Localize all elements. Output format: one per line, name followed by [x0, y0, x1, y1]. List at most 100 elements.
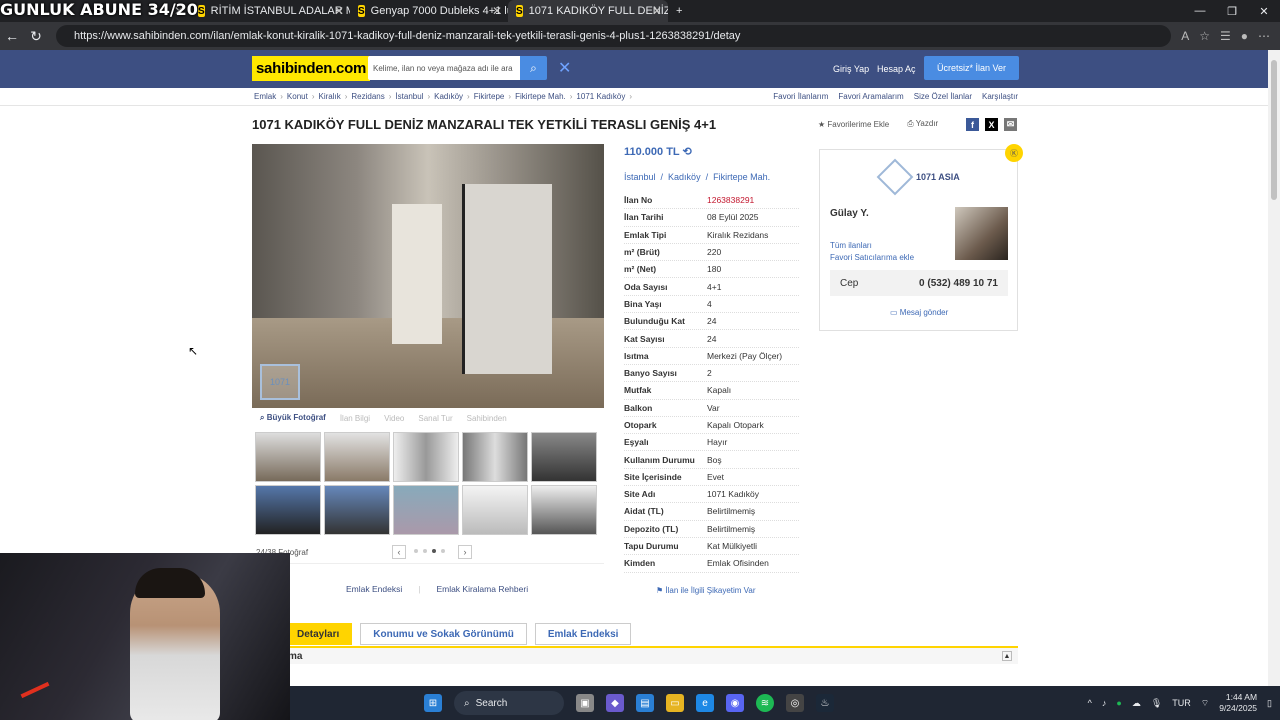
chevron-right-icon[interactable]: ›: [458, 545, 472, 559]
post-ad-button[interactable]: Ücretsiz* İlan Ver: [924, 56, 1019, 80]
search-input[interactable]: Kelime, ilan no veya mağaza adı ile ara: [368, 56, 520, 80]
back-icon[interactable]: ←: [0, 28, 24, 44]
tab-index[interactable]: Emlak Endeksi: [534, 623, 632, 645]
photo-thumbnail[interactable]: [531, 432, 597, 482]
rental-guide-link[interactable]: Emlak Kiralama Rehberi: [436, 584, 528, 594]
store-icon[interactable]: ▤: [636, 694, 654, 712]
photo-thumbnail[interactable]: [255, 432, 321, 482]
tab-details[interactable]: Detayları: [284, 623, 353, 645]
breadcrumb-item[interactable]: İstanbul: [395, 92, 423, 101]
favorite-listings-link[interactable]: Favori İlanlarım: [773, 92, 828, 101]
close-icon[interactable]: ✕: [652, 4, 662, 18]
real-estate-index-link[interactable]: Emlak Endeksi: [346, 584, 402, 594]
url-field[interactable]: https://www.sahibinden.com/ilan/emlak-ko…: [56, 25, 1172, 47]
breadcrumb-item[interactable]: Rezidans: [351, 92, 384, 101]
facebook-icon[interactable]: f: [966, 118, 979, 131]
task-view-icon[interactable]: ▣: [576, 694, 594, 712]
email-icon[interactable]: ✉: [1004, 118, 1017, 131]
more-icon[interactable]: ⋯: [1258, 29, 1270, 43]
chevron-up-icon[interactable]: ^: [1088, 698, 1092, 708]
tab-location[interactable]: Konumu ve Sokak Görünümü: [360, 623, 527, 645]
close-icon[interactable]: ✕: [334, 4, 344, 18]
compare-link[interactable]: Karşılaştır: [982, 92, 1018, 101]
history-icon[interactable]: ⟲: [683, 146, 692, 158]
close-icon[interactable]: ✕: [558, 58, 571, 78]
maximize-icon[interactable]: ❐: [1216, 0, 1248, 22]
minimize-icon[interactable]: —: [1184, 0, 1216, 22]
owner-button[interactable]: Sahibinden: [467, 414, 507, 423]
windows-start-icon[interactable]: ⊞: [424, 694, 442, 712]
signup-link[interactable]: Hesap Aç: [877, 64, 916, 74]
browser-tab[interactable]: S RİTİM İSTANBUL ADALAR MANZA✕: [190, 0, 350, 22]
breadcrumb-item[interactable]: 1071 Kadıköy: [576, 92, 625, 101]
location-link[interactable]: Fikirtepe Mah.: [713, 172, 770, 182]
spotify-icon[interactable]: ≋: [756, 694, 774, 712]
print-button[interactable]: ⎙ Yazdır: [907, 119, 938, 129]
breadcrumb-item[interactable]: Kiralık: [318, 92, 340, 101]
search-button[interactable]: ⌕: [520, 56, 547, 80]
breadcrumb-item[interactable]: Emlak: [254, 92, 276, 101]
photo-thumbnail[interactable]: [324, 432, 390, 482]
browser-tab[interactable]: S Genyap 7000 Dubleks 4+1 lüks d✕: [350, 0, 508, 22]
all-ads-link[interactable]: Tüm ilanları: [830, 240, 914, 252]
photo-thumbnail[interactable]: [462, 485, 528, 535]
reload-icon[interactable]: ↻: [24, 28, 48, 45]
close-window-icon[interactable]: ✕: [1248, 0, 1280, 22]
profile-icon[interactable]: ●: [1241, 29, 1248, 43]
clock[interactable]: 1:44 AM 9/24/2025: [1219, 692, 1257, 714]
photo-thumbnail[interactable]: [531, 485, 597, 535]
new-tab-button[interactable]: +: [668, 0, 698, 22]
seller-brand[interactable]: 1071 ASIA: [876, 158, 960, 196]
wifi-icon[interactable]: ⌔: [1201, 698, 1209, 709]
location-breadcrumb: İstanbul / Kadıköy / Fikirtepe Mah.: [624, 172, 771, 182]
report-link[interactable]: ⚑ İlan ile İlgili Şikayetim Var: [656, 586, 756, 595]
add-favorite-seller-link[interactable]: Favori Satıcılarıma ekle: [830, 252, 914, 264]
video-button[interactable]: Video: [384, 414, 404, 423]
network-icon[interactable]: ☁: [1132, 698, 1141, 709]
discord-icon[interactable]: ◉: [726, 694, 744, 712]
steam-icon[interactable]: ♨: [816, 694, 834, 712]
photo-thumbnail[interactable]: [393, 485, 459, 535]
read-aloud-icon[interactable]: A: [1181, 29, 1189, 43]
collapse-icon[interactable]: ▲: [1002, 651, 1012, 661]
login-link[interactable]: Giriş Yap: [833, 64, 869, 74]
breadcrumb-item[interactable]: Kadıköy: [434, 92, 463, 101]
virtual-tour-button[interactable]: Sanal Tur: [418, 414, 452, 423]
send-message-button[interactable]: ▭ Mesaj gönder: [890, 308, 948, 317]
location-link[interactable]: Kadıköy: [668, 172, 701, 182]
taskbar-search[interactable]: ⌕ Search: [454, 691, 564, 715]
breadcrumb-item[interactable]: Fikirtepe: [474, 92, 505, 101]
photo-thumbnail[interactable]: [324, 485, 390, 535]
breadcrumb-item[interactable]: Fikirtepe Mah.: [515, 92, 566, 101]
listing-info-button[interactable]: İlan Bilgi: [340, 414, 370, 423]
add-favorite-button[interactable]: ★ Favorilerime Ekle: [818, 120, 889, 129]
chevron-left-icon[interactable]: ‹: [392, 545, 406, 559]
location-link[interactable]: İstanbul: [624, 172, 656, 182]
special-listings-link[interactable]: Size Özel İlanlar: [914, 92, 972, 101]
section-header: ma ▲: [284, 646, 1018, 664]
obs-icon[interactable]: ◎: [786, 694, 804, 712]
status-dot-icon[interactable]: ●: [1116, 698, 1121, 708]
language-indicator[interactable]: TUR: [1172, 698, 1191, 708]
collections-icon[interactable]: ☰: [1220, 29, 1231, 43]
notifications-icon[interactable]: ▯: [1267, 698, 1272, 709]
photo-thumbnail[interactable]: [462, 432, 528, 482]
volume-icon[interactable]: ♪: [1102, 698, 1107, 708]
main-photo[interactable]: 1071: [252, 144, 604, 408]
large-photo-button[interactable]: ⌕ Büyük Fotoğraf: [260, 413, 326, 423]
photo-thumbnail[interactable]: [393, 432, 459, 482]
file-explorer-icon[interactable]: ▭: [666, 694, 684, 712]
close-icon[interactable]: ✕: [492, 4, 502, 18]
favorite-searches-link[interactable]: Favori Aramalarım: [838, 92, 903, 101]
copilot-icon[interactable]: ◆: [606, 694, 624, 712]
x-twitter-icon[interactable]: X: [985, 118, 998, 131]
breadcrumb-item[interactable]: Konut: [287, 92, 308, 101]
photo-thumbnail[interactable]: [255, 485, 321, 535]
sahibinden-logo[interactable]: sahibinden.com: [252, 56, 370, 81]
mic-icon[interactable]: 🎙: [1151, 698, 1162, 709]
browser-tab-active[interactable]: S 1071 KADIKÖY FULL DENİZ MAN✕: [508, 0, 668, 22]
edge-icon[interactable]: e: [696, 694, 714, 712]
favorite-star-icon[interactable]: ☆: [1199, 29, 1210, 43]
page-scrollbar[interactable]: [1268, 50, 1280, 686]
detail-label: Mutfak: [624, 385, 652, 396]
